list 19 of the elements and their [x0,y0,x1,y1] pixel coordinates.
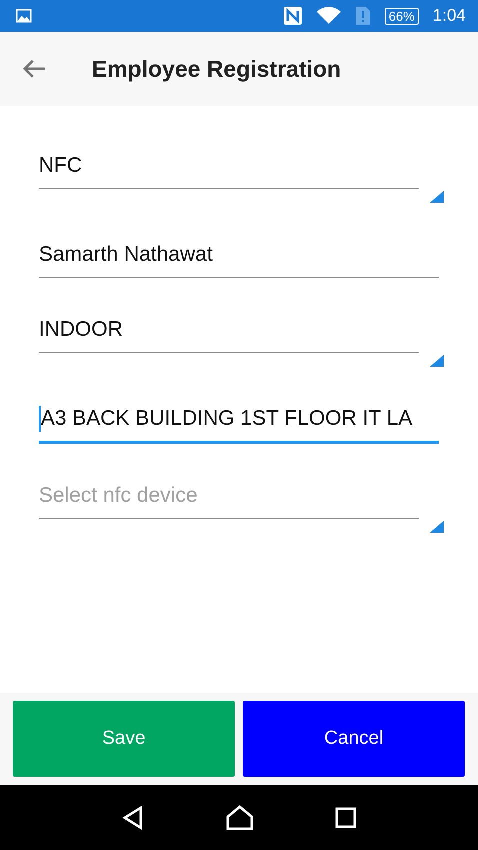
wifi-icon [316,7,341,25]
sim-alert-icon [354,6,371,26]
home-nav-icon[interactable] [226,804,254,830]
screen-title: Employee Registration [92,56,342,82]
nfc-icon [282,6,303,26]
back-arrow-icon[interactable] [22,59,46,79]
image-icon [16,9,32,23]
battery-level: 66% [384,8,419,24]
dropdown-triangle-icon [430,355,444,367]
back-nav-icon[interactable] [120,806,145,830]
recents-nav-icon[interactable] [335,806,358,828]
dropdown-field[interactable]: INDOOR [39,316,419,353]
text-input-field[interactable]: Samarth Nathawat [39,241,439,278]
dropdown-triangle-icon [430,521,444,533]
dropdown-triangle-icon [430,191,444,203]
dropdown-field[interactable]: NFC [39,152,419,189]
clock-time: 1:04 [432,6,466,26]
cancel-button[interactable]: Cancel [243,701,465,777]
text-input-field[interactable]: A3 BACK BUILDING 1ST FLOOR IT LA [39,405,439,444]
